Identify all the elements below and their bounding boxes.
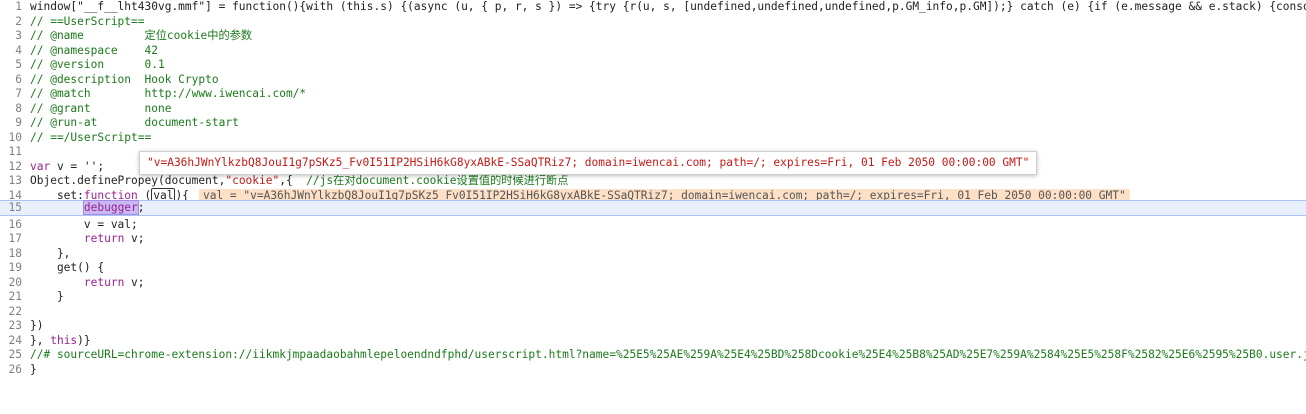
- code-text: }: [30, 362, 37, 376]
- line-number[interactable]: 9: [0, 116, 22, 131]
- comment-text: // @description Hook Crypto: [30, 72, 219, 86]
- line-number[interactable]: 3: [0, 29, 22, 44]
- code-fragment: v;: [124, 232, 145, 245]
- line-number[interactable]: 18: [0, 247, 22, 262]
- comment-text: // ==/UserScript==: [30, 130, 152, 144]
- string-literal: "cookie": [225, 174, 280, 187]
- code-text: return v;: [30, 232, 145, 247]
- code-line[interactable]: 17 return v;: [0, 232, 1306, 247]
- variable-value-tooltip[interactable]: "v=A36hJWnYlkzbQ8JouI1g7pSKz5_Fv0I51IP2H…: [139, 151, 1038, 175]
- code-line[interactable]: 13 Object.definePropey(document,"cookie"…: [0, 174, 1306, 189]
- source-code-editor[interactable]: 1 window["__f__lht430vg.mmf"] = function…: [0, 0, 1306, 414]
- line-number[interactable]: 2: [0, 15, 22, 30]
- code-line[interactable]: 22: [0, 305, 1306, 320]
- line-number[interactable]: 25: [0, 348, 22, 363]
- code-text: var v = '';: [30, 160, 104, 175]
- line-number[interactable]: 13: [0, 174, 22, 189]
- code-fragment: ,{: [279, 174, 307, 187]
- line-number[interactable]: 16: [0, 218, 22, 233]
- code-fragment: },: [30, 333, 51, 347]
- code-line[interactable]: 26 }: [0, 363, 1306, 378]
- comment-text: //js在对document.cookie设置值的时候进行断点: [306, 174, 569, 187]
- comment-text: // @run-at document-start: [30, 116, 239, 129]
- code-line[interactable]: 10 // ==/UserScript==: [0, 131, 1306, 146]
- code-line[interactable]: 4 // @namespace 42: [0, 44, 1306, 59]
- comment-text: // @match http://www.iwencai.com/*: [30, 87, 307, 100]
- code-fragment: )}: [77, 333, 91, 347]
- code-line[interactable]: 8 // @grant none: [0, 102, 1306, 117]
- code-line[interactable]: 16 v = val;: [0, 218, 1306, 233]
- line-number[interactable]: 8: [0, 102, 22, 117]
- code-fragment: [30, 276, 84, 289]
- keyword: this: [50, 333, 78, 347]
- comment-text: // ==UserScript==: [30, 14, 145, 28]
- code-text: window["__f__lht430vg.mmf"] = function()…: [30, 0, 1306, 13]
- code-text: },: [30, 246, 71, 260]
- keyword: return: [83, 275, 125, 289]
- code-fragment: y(document,: [151, 174, 226, 187]
- code-text: Object.definePropey(document,"cookie",{ …: [30, 174, 568, 189]
- code-line[interactable]: 21 }: [0, 290, 1306, 305]
- code-fragment: v = '';: [50, 159, 105, 173]
- source-url-comment: //# sourceURL=chrome-extension://iikmkjm…: [30, 348, 1306, 361]
- line-number[interactable]: 4: [0, 44, 22, 59]
- comment-text: // @name 定位cookie中的参数: [30, 29, 253, 42]
- line-number[interactable]: 7: [0, 87, 22, 102]
- code-text: }: [30, 290, 64, 303]
- current-execution-line[interactable]: 15 debugger;: [0, 200, 1306, 216]
- code-line[interactable]: 5 // @version 0.1: [0, 58, 1306, 73]
- code-line[interactable]: 20 return v;: [0, 276, 1306, 291]
- code-line[interactable]: 19 get() {: [0, 261, 1306, 276]
- debugger-statement: debugger: [82, 200, 139, 215]
- code-fragment: v;: [124, 275, 145, 289]
- line-number[interactable]: 5: [0, 58, 22, 73]
- code-line[interactable]: 3 // @name 定位cookie中的参数: [0, 29, 1306, 44]
- code-fragment: [30, 232, 84, 245]
- comment-text: // @version 0.1: [30, 58, 165, 71]
- line-number[interactable]: 23: [0, 319, 22, 334]
- line-number[interactable]: 24: [0, 334, 22, 349]
- keyword: return: [83, 232, 125, 245]
- comment-text: // @namespace 42: [30, 43, 158, 57]
- line-number[interactable]: 10: [0, 131, 22, 146]
- code-text: v = val;: [30, 217, 138, 231]
- code-line[interactable]: 18 },: [0, 247, 1306, 262]
- keyword: var: [30, 159, 51, 173]
- code-fragment: ;: [137, 201, 145, 214]
- code-text: get() {: [30, 261, 105, 274]
- line-number[interactable]: 6: [0, 73, 22, 88]
- line-number[interactable]: 12: [0, 160, 22, 175]
- code-line[interactable]: 23 }): [0, 319, 1306, 334]
- line-number[interactable]: 1: [0, 0, 22, 15]
- code-line[interactable]: 2 // ==UserScript==: [0, 15, 1306, 30]
- line-number[interactable]: 26: [0, 363, 22, 378]
- code-text: }): [30, 319, 44, 332]
- code-line[interactable]: 24 }, this)}: [0, 334, 1306, 349]
- code-line[interactable]: 25 //# sourceURL=chrome-extension://iikm…: [0, 348, 1306, 363]
- code-line[interactable]: 7 // @match http://www.iwencai.com/*: [0, 87, 1306, 102]
- line-number[interactable]: 20: [0, 276, 22, 291]
- code-text: debugger;: [30, 200, 145, 215]
- code-fragment: [30, 201, 84, 214]
- code-text: return v;: [30, 276, 145, 291]
- line-number[interactable]: 11: [0, 145, 22, 160]
- code-line[interactable]: 1 window["__f__lht430vg.mmf"] = function…: [0, 0, 1306, 15]
- line-number[interactable]: 21: [0, 290, 22, 305]
- code-fragment: Object.definePrope: [30, 174, 152, 187]
- line-number[interactable]: 19: [0, 261, 22, 276]
- comment-text: // @grant none: [30, 101, 172, 115]
- code-line[interactable]: 9 // @run-at document-start: [0, 116, 1306, 131]
- code-text: }, this)}: [30, 334, 91, 349]
- line-number[interactable]: 15: [0, 201, 22, 215]
- line-number[interactable]: 17: [0, 232, 22, 247]
- line-number[interactable]: 22: [0, 305, 22, 320]
- code-line[interactable]: 6 // @description Hook Crypto: [0, 73, 1306, 88]
